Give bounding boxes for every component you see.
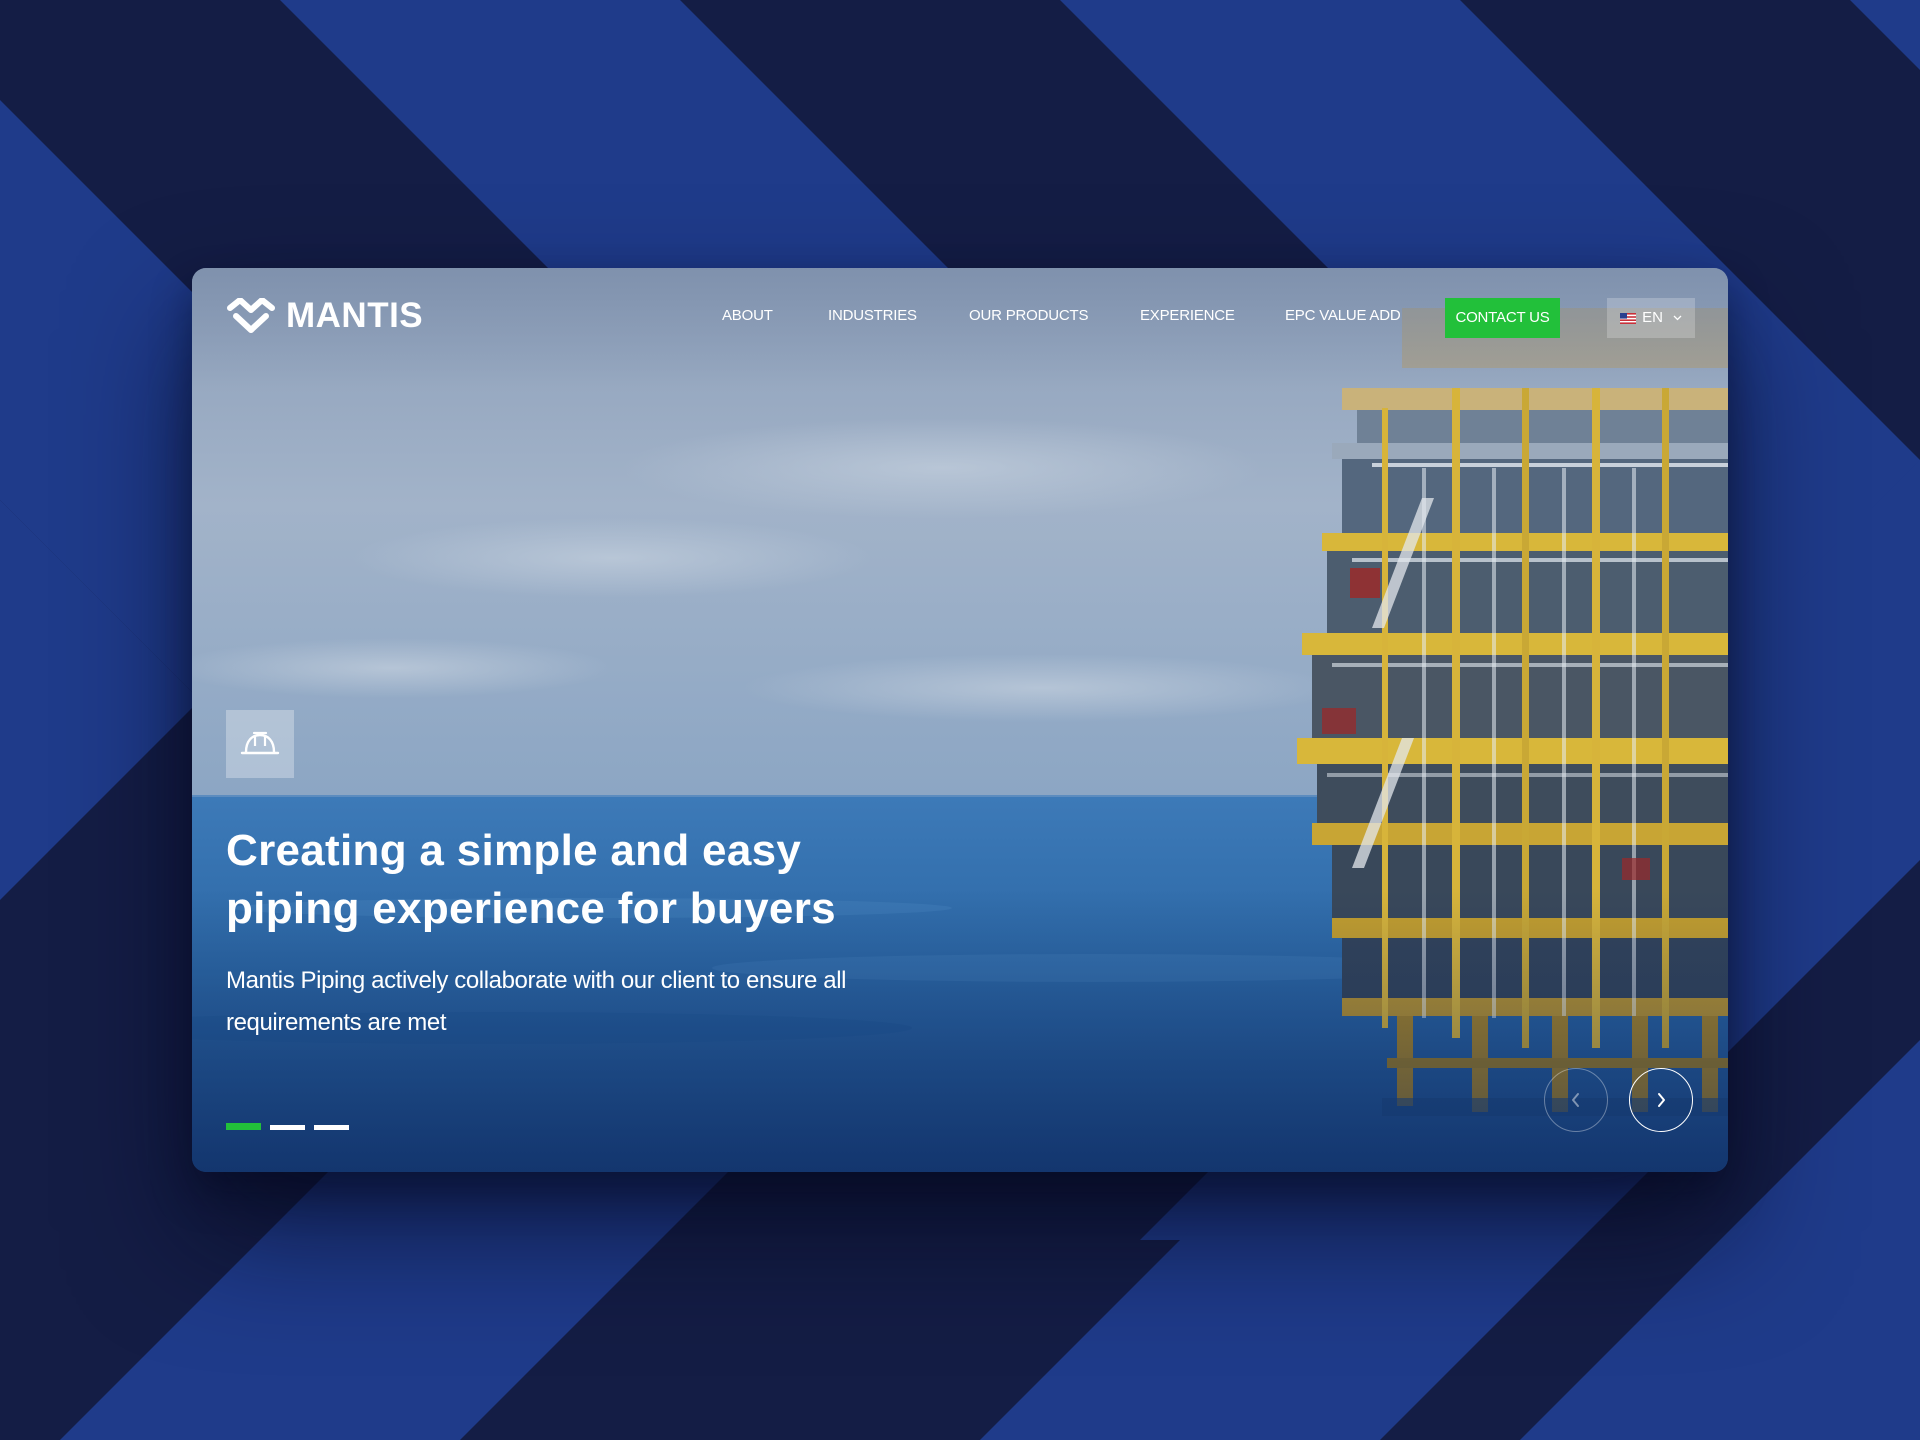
hero-subtitle-line-1: Mantis Piping actively collaborate with … (226, 967, 847, 994)
chevron-left-icon (1572, 1093, 1579, 1107)
hero-title-line-1: Creating a simple and easy (226, 826, 802, 875)
nav-experience[interactable]: EXPERIENCE (1140, 306, 1235, 326)
previous-slide-button[interactable] (1544, 1068, 1608, 1132)
hero-category-badge (226, 710, 294, 778)
next-slide-button[interactable] (1629, 1068, 1693, 1132)
language-selector[interactable]: EN (1607, 298, 1695, 338)
hero-title: Creating a simple and easy piping experi… (226, 822, 1046, 938)
slide-indicator-2[interactable] (270, 1125, 305, 1130)
chevron-right-icon (1658, 1093, 1665, 1107)
chevron-down-icon (1673, 315, 1682, 321)
slide-indicators (226, 1123, 349, 1130)
slide-indicator-3[interactable] (314, 1125, 349, 1130)
contact-us-button[interactable]: CONTACT US (1445, 298, 1560, 338)
hero-title-line-2: piping experience for buyers (226, 884, 836, 933)
language-label: EN (1642, 309, 1663, 326)
website-window: MANTIS ABOUT INDUSTRIES OUR PRODUCTS EXP… (192, 268, 1728, 1172)
hero-subtitle: Mantis Piping actively collaborate with … (226, 960, 906, 1044)
us-flag-icon (1620, 312, 1637, 324)
hard-hat-icon (240, 731, 280, 755)
nav-our-products[interactable]: OUR PRODUCTS (969, 306, 1088, 326)
nav-industries[interactable]: INDUSTRIES (828, 306, 917, 326)
hero-subtitle-line-2: requirements are met (226, 1009, 447, 1036)
slide-indicator-1[interactable] (226, 1123, 261, 1130)
nav-about[interactable]: ABOUT (722, 306, 773, 326)
nav-epc-value-add[interactable]: EPC VALUE ADD (1285, 306, 1401, 326)
site-header: MANTIS ABOUT INDUSTRIES OUR PRODUCTS EXP… (192, 268, 1728, 368)
